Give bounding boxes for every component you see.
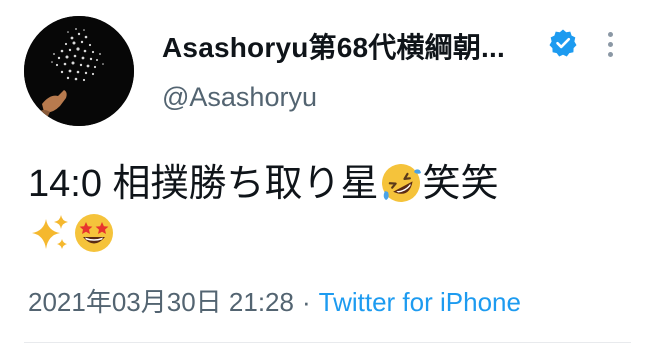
tweet-timestamp[interactable]: 2021年03月30日 21:28 (28, 287, 294, 317)
avatar[interactable] (24, 16, 134, 126)
sparkles-emoji-icon (28, 211, 72, 255)
tweet-text: 14:0 相撲勝ち取り星 (28, 163, 379, 205)
tweet-text-line-1: 14:0 相撲勝ち取り星 笑笑 (28, 160, 499, 208)
display-name[interactable]: Asashoryu第68代横綱朝... (162, 26, 505, 66)
tweet-text-suffix: 笑笑 (422, 163, 499, 205)
star-struck-emoji-icon (72, 211, 116, 255)
more-options-icon[interactable] (603, 32, 617, 64)
tweet-meta: 2021年03月30日 21:28 · Twitter for iPhone (28, 282, 521, 319)
tweet-source-link[interactable]: Twitter for iPhone (319, 287, 521, 317)
verified-badge-icon (548, 28, 578, 58)
user-handle[interactable]: @Asashoryu (162, 82, 317, 113)
meta-separator: · (301, 287, 311, 317)
rolling-on-floor-laughing-emoji-icon (379, 161, 423, 205)
tweet-text-line-2 (28, 210, 116, 258)
tweet-card: Asashoryu第68代横綱朝... @Asashoryu 14:0 相撲勝ち… (0, 0, 655, 352)
divider (24, 342, 631, 343)
